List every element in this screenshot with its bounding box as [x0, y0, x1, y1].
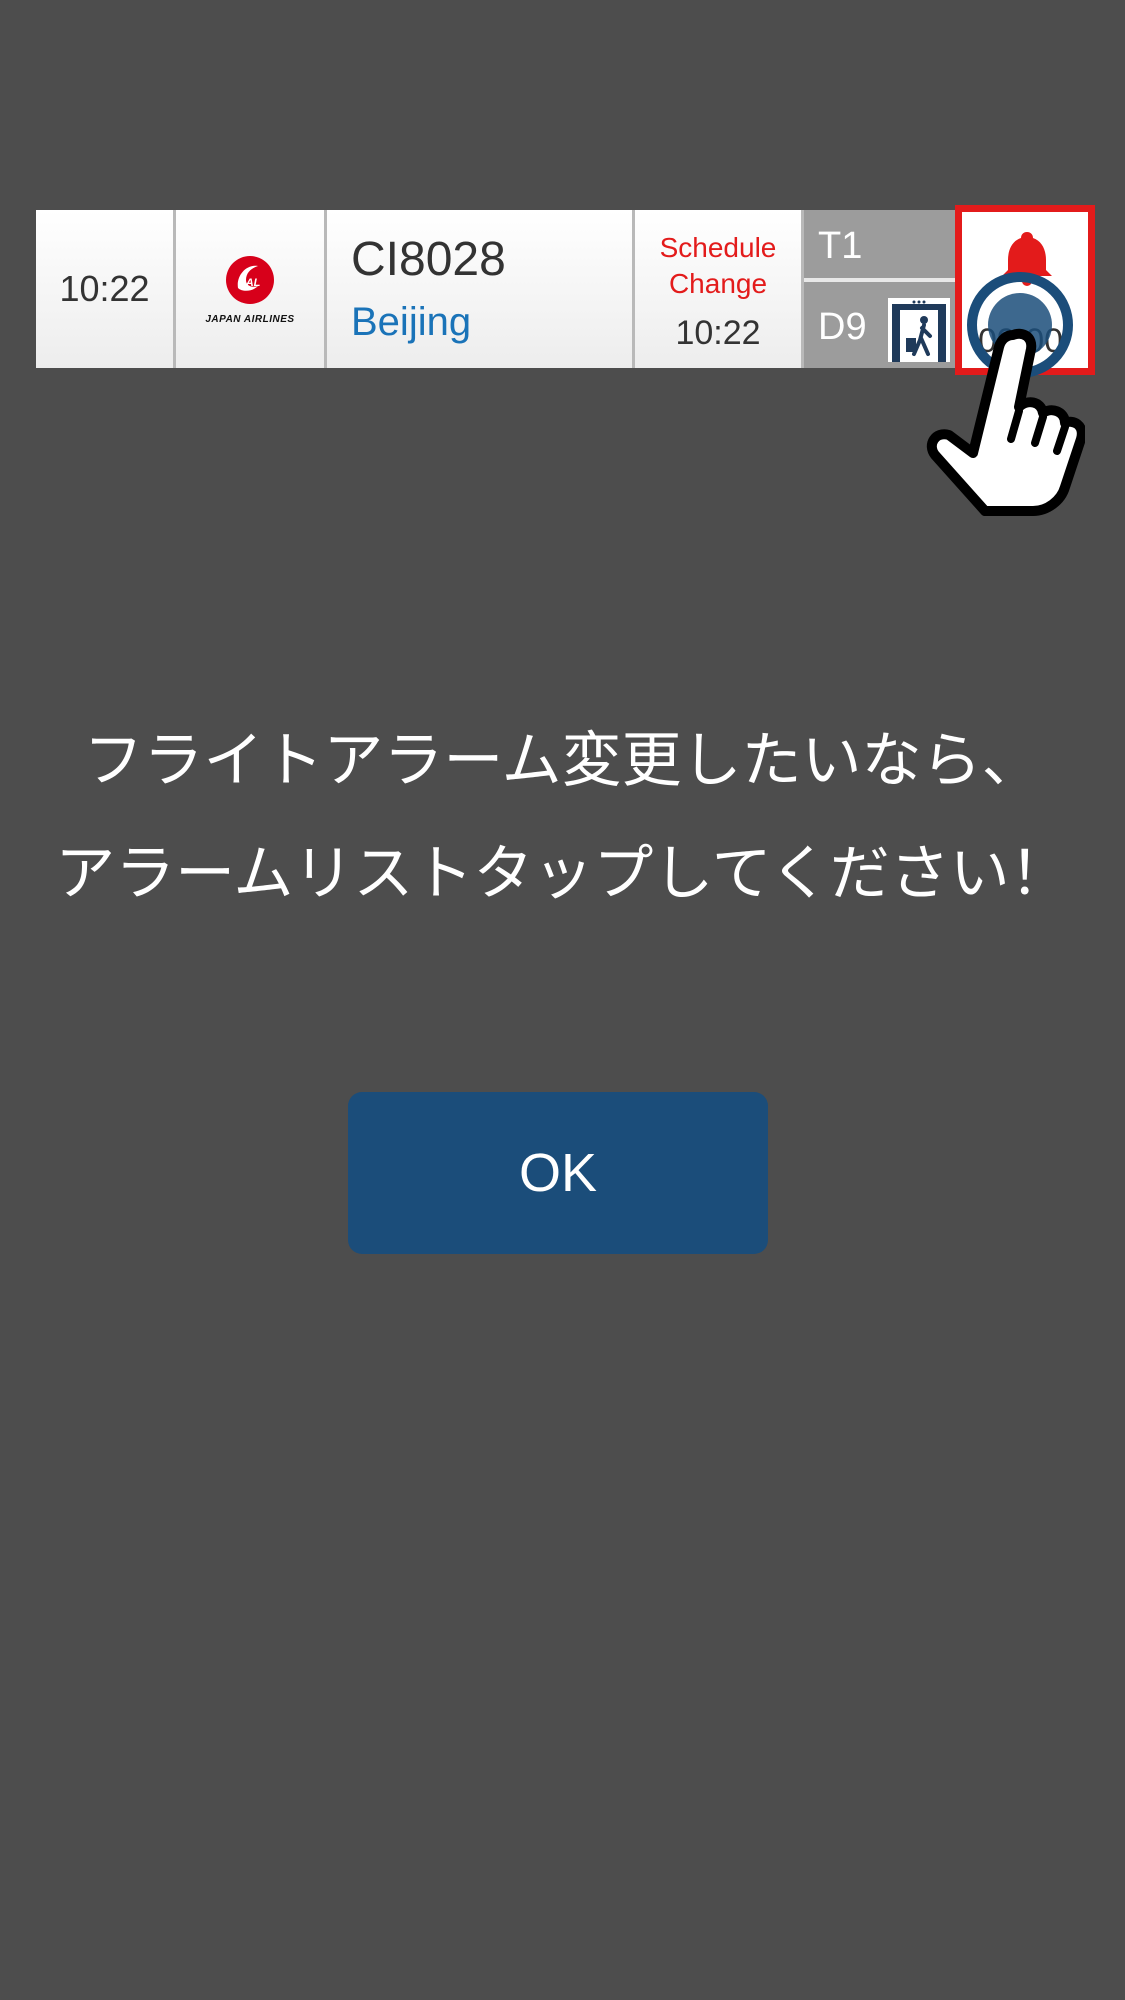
dialog-message: フライトアラーム変更したいなら、 アラームリストタップしてください！ — [0, 705, 1125, 931]
status-label: Schedule Change — [659, 232, 777, 299]
flight-info-cell: CI8028 Beijing — [327, 210, 635, 368]
destination: Beijing — [351, 300, 472, 344]
airline-wordmark: JAPAN AIRLINES — [205, 313, 295, 325]
logo-initials: JAL — [240, 277, 261, 289]
flight-number: CI8028 — [351, 233, 506, 286]
hand-pointer-icon — [926, 328, 1085, 516]
gate: D9 — [818, 306, 867, 348]
scheduled-time-cell: 10:22 — [36, 210, 176, 368]
flight-row[interactable]: 10:22 JAL JAPAN AIRLINES CI8028 Beijing … — [36, 210, 956, 368]
terminal: T1 — [804, 210, 956, 282]
status-cell: Schedule Change 10:22 — [635, 210, 804, 368]
scheduled-time: 10:22 — [59, 268, 150, 309]
dialog-message-line1: フライトアラーム変更したいなら、 — [83, 726, 1042, 796]
ok-button[interactable]: OK — [348, 1092, 768, 1254]
status-time: 10:22 — [675, 314, 761, 352]
airline-logo-cell: JAL JAPAN AIRLINES — [176, 210, 327, 368]
jal-crane-logo-icon: JAL — [226, 255, 274, 304]
dialog-message-line2: アラームリストタップしてください！ — [55, 839, 1070, 909]
